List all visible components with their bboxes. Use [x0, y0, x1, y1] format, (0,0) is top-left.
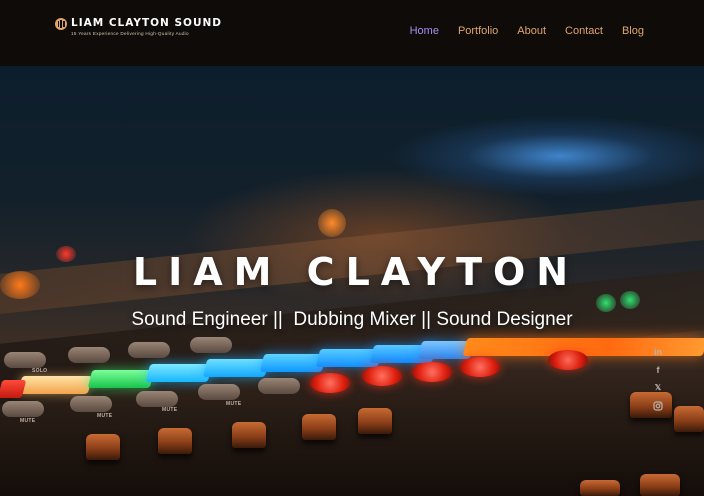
console-label: MUTE	[20, 418, 36, 424]
logo-name: LIAM CLAYTON SOUND	[71, 17, 222, 29]
site-header: LIAM CLAYTON SOUND 15 Years Experience D…	[0, 0, 704, 66]
console-label: MUTE	[226, 401, 242, 407]
facebook-icon[interactable]: f	[652, 364, 664, 376]
nav-portfolio[interactable]: Portfolio	[458, 24, 498, 38]
instagram-icon[interactable]	[652, 400, 664, 412]
console-label: SOLO	[32, 368, 48, 374]
twitter-icon[interactable]: 𝕏	[652, 382, 664, 394]
linkedin-icon[interactable]: in	[652, 346, 664, 358]
nav-blog[interactable]: Blog	[622, 24, 644, 38]
logo-icon	[55, 18, 67, 30]
logo-tagline: 15 Years Experience Delivering High-Qual…	[71, 31, 189, 36]
hero-section: MUTE MUTE MUTE MUTE SOLO LIAM CLAYTON So…	[0, 66, 704, 496]
nav-contact[interactable]: Contact	[565, 24, 603, 38]
social-links: in f 𝕏	[648, 346, 668, 412]
site-logo[interactable]: LIAM CLAYTON SOUND 15 Years Experience D…	[55, 17, 222, 37]
console-label: MUTE	[97, 413, 113, 419]
hero-title: LIAM CLAYTON	[132, 250, 580, 294]
console-label: MUTE	[162, 407, 178, 413]
nav-home[interactable]: Home	[410, 24, 439, 38]
main-nav: Home Portfolio About Contact Blog	[410, 24, 644, 38]
hero-subtitle: Sound Engineer || Dubbing Mixer || Sound…	[131, 309, 573, 330]
nav-about[interactable]: About	[517, 24, 546, 38]
